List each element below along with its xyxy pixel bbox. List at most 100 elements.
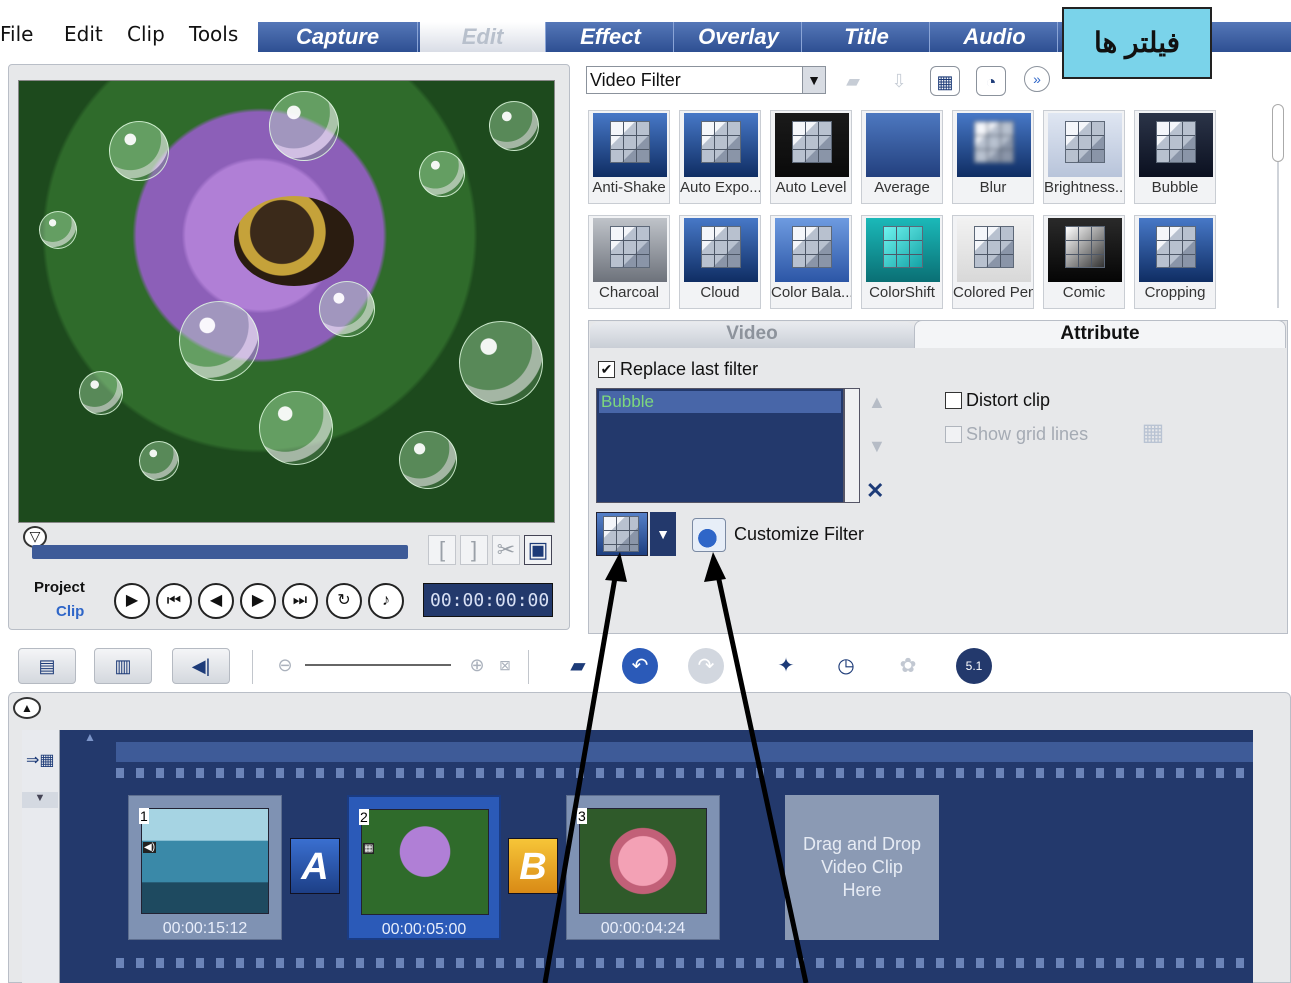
filter-list-scrollbar[interactable] (844, 388, 860, 503)
scroll-track (1277, 162, 1279, 308)
filter-preset-button[interactable] (596, 512, 648, 556)
smart-proxy-icon[interactable]: ✦ (768, 648, 804, 684)
clip-mode-label[interactable]: Clip (56, 603, 84, 620)
project-mode-label[interactable]: Project (34, 579, 85, 596)
tab-video[interactable]: Video (590, 322, 914, 348)
menu-file[interactable]: File (0, 22, 33, 46)
customize-filter-label[interactable]: Customize Filter (734, 524, 864, 545)
tab-effect[interactable]: Effect (548, 22, 674, 52)
bubble (109, 121, 169, 181)
library-dropdown[interactable]: Video Filter (586, 66, 826, 94)
menu-tools[interactable]: Tools (189, 22, 238, 46)
applied-filter-item[interactable]: Bubble (599, 391, 841, 413)
expand-icon[interactable]: » (1024, 66, 1050, 92)
tab-edit[interactable]: Edit (420, 22, 546, 52)
fit-project-icon[interactable]: ⊠ (490, 650, 520, 680)
import-icon[interactable]: ⇩ (884, 66, 914, 96)
move-down-icon[interactable]: ▼ (868, 436, 886, 457)
drop-zone[interactable]: Drag and Drop Video Clip Here (785, 795, 939, 940)
folder-icon[interactable]: ▰ (838, 66, 868, 96)
show-grid-lines-checkbox[interactable] (945, 426, 962, 443)
library-manager-icon[interactable]: ▦ (930, 66, 960, 96)
cube-icon (883, 226, 923, 268)
zoom-slider[interactable] (305, 664, 451, 666)
storyboard-view-icon[interactable]: ▤ (18, 648, 76, 684)
next-frame-icon[interactable]: ▶ (240, 583, 276, 619)
timeline-ruler[interactable] (116, 742, 1253, 762)
replace-last-filter-checkbox[interactable]: ✔ (598, 361, 615, 378)
move-up-icon[interactable]: ▲ (868, 392, 886, 413)
filter-bubble[interactable]: Bubble (1134, 110, 1216, 204)
filter-colorshift[interactable]: ColorShift (861, 215, 943, 309)
insert-media-icon[interactable]: ▰ (560, 648, 596, 684)
filter-cropping[interactable]: Cropping (1134, 215, 1216, 309)
filter-auto-level[interactable]: Auto Level (770, 110, 852, 204)
scrub-bar[interactable] (32, 545, 408, 559)
surround-sound-icon[interactable]: 5.1 (956, 648, 992, 684)
bubble (269, 91, 339, 161)
track-manager-icon[interactable]: ⇒▦ (26, 750, 55, 770)
fish-thumbnail (141, 808, 269, 914)
end-icon[interactable]: ⏭ (282, 583, 318, 619)
clock-icon[interactable]: ◷ (828, 648, 864, 684)
tab-capture[interactable]: Capture (258, 22, 418, 52)
bubble (399, 431, 457, 489)
library-scrollbar[interactable] (1272, 104, 1284, 162)
tab-attribute[interactable]: Attribute (914, 320, 1286, 348)
timeline-clip-2[interactable]: 2 ▦ 00:00:05:00 (347, 795, 501, 940)
tab-overlay[interactable]: Overlay (676, 22, 802, 52)
bubble (79, 371, 123, 415)
tab-title[interactable]: Title (804, 22, 930, 52)
volume-icon[interactable]: ♪ (368, 583, 404, 619)
batch-icon[interactable]: ✿ (890, 648, 926, 684)
chevron-down-icon[interactable]: ▼ (802, 67, 825, 93)
options-icon[interactable]: ◔ (976, 66, 1006, 96)
filter-average[interactable]: Average (861, 110, 943, 204)
repeat-icon[interactable]: ↻ (326, 583, 362, 619)
timeline-clip-3[interactable]: 3 00:00:04:24 (566, 795, 720, 940)
timeline-clip-1[interactable]: 1 ◀) 00:00:15:12 (128, 795, 282, 940)
zoom-in-icon[interactable]: ⊕ (462, 650, 492, 680)
chevron-down-icon[interactable]: ▼ (650, 512, 676, 556)
filter-auto-exposure[interactable]: Auto Expo... (679, 110, 761, 204)
home-icon[interactable]: ⏮ (156, 583, 192, 619)
scissors-icon[interactable]: ✂ (492, 535, 520, 565)
bee-thumbnail (361, 809, 489, 915)
cube-icon (974, 121, 1014, 163)
filter-brightness[interactable]: Brightness... (1043, 110, 1125, 204)
grid-options-icon[interactable]: ▦ (1138, 418, 1168, 448)
delete-filter-icon[interactable]: ✕ (866, 478, 884, 504)
filter-comic[interactable]: Comic (1043, 215, 1125, 309)
play-icon[interactable]: ▶ (114, 583, 150, 619)
menu-edit[interactable]: Edit (64, 22, 103, 46)
filter-colored-pen[interactable]: Colored Pen (952, 215, 1034, 309)
timecode-field[interactable]: 00:00:00:00 (423, 583, 553, 617)
previous-frame-icon[interactable]: ◀ (198, 583, 234, 619)
transition-b[interactable]: B (508, 838, 558, 894)
menu-clip[interactable]: Clip (127, 22, 165, 46)
mark-out-button[interactable]: ] (460, 535, 488, 565)
distort-clip-checkbox[interactable] (945, 392, 962, 409)
mark-in-button[interactable]: [ (428, 535, 456, 565)
cube-icon (792, 226, 832, 268)
filter-color-balance[interactable]: Color Bala... (770, 215, 852, 309)
filter-charcoal[interactable]: Charcoal (588, 215, 670, 309)
toolbar-divider (528, 650, 529, 684)
playhead-icon[interactable]: ▲ (84, 730, 96, 744)
filter-anti-shake[interactable]: Anti-Shake (588, 110, 670, 204)
audio-view-icon[interactable]: ◀| (172, 648, 230, 684)
transition-a[interactable]: A (290, 838, 340, 894)
customize-filter-icon[interactable] (692, 518, 726, 552)
undo-icon[interactable]: ↶ (622, 648, 658, 684)
enlarge-preview-icon[interactable]: ▣ (524, 535, 552, 565)
zoom-out-icon[interactable]: ⊖ (270, 650, 300, 680)
timeline-view-icon[interactable]: ▥ (94, 648, 152, 684)
tab-audio[interactable]: Audio (932, 22, 1058, 52)
filter-cloud[interactable]: Cloud (679, 215, 761, 309)
filter-blur[interactable]: Blur (952, 110, 1034, 204)
eject-icon[interactable]: ▲ (13, 697, 41, 719)
cube-icon (603, 516, 639, 552)
redo-icon[interactable]: ↷ (688, 648, 724, 684)
show-grid-lines-label: Show grid lines (966, 424, 1089, 444)
chevron-down-icon[interactable]: ▼ (22, 792, 58, 808)
